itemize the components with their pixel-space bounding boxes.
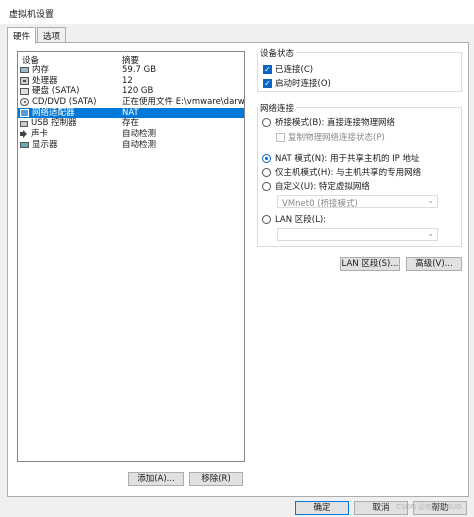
device-summary: NAT	[122, 107, 139, 118]
device-name: USB 控制器	[31, 118, 77, 129]
cd-dvd-icon	[20, 98, 29, 107]
chevron-down-icon: ⌄	[427, 229, 434, 238]
custom-network-select-value: VMnet0 (桥接模式)	[282, 199, 358, 209]
device-list-header: 设备 摘要	[18, 52, 244, 66]
add-device-button[interactable]: 添加(A)...	[128, 472, 184, 486]
device-row-processor[interactable]: 处理器 12	[18, 76, 244, 87]
device-name: 硬盘 (SATA)	[32, 86, 80, 97]
device-name: 网络适配器	[32, 107, 75, 118]
display-icon	[20, 142, 29, 149]
replicate-state-checkbox[interactable]: 复制物理网络连接状态(P)	[276, 131, 385, 143]
network-adapter-icon	[20, 109, 29, 118]
device-row-memory[interactable]: 内存 59.7 GB	[18, 65, 244, 76]
window-title: 虚拟机设置	[9, 10, 55, 20]
replicate-state-label: 复制物理网络连接状态(P)	[288, 133, 385, 143]
radio-icon	[262, 167, 271, 177]
custom-network-label: 自定义(U): 特定虚拟网络	[275, 182, 370, 192]
advanced-button[interactable]: 高级(V)...	[406, 257, 462, 271]
device-summary: 12	[122, 75, 133, 86]
lan-segment-radio[interactable]: LAN 区段(L):	[262, 213, 326, 225]
device-name: 处理器	[32, 75, 58, 86]
checkmark-icon: ✓	[263, 64, 272, 74]
tab-strip: 硬件 选项	[7, 27, 67, 44]
device-summary: 存在	[122, 118, 140, 129]
device-list[interactable]: 设备 摘要 内存 59.7 GB 处理器 12 硬盘 (SATA) 120 GB…	[17, 51, 245, 462]
checkbox-icon	[276, 132, 285, 142]
chevron-down-icon: ⌄	[427, 196, 434, 205]
radio-icon	[262, 214, 271, 224]
hard-disk-icon	[20, 88, 29, 96]
device-row-hard-disk[interactable]: 硬盘 (SATA) 120 GB	[18, 86, 244, 97]
connected-checkbox[interactable]: ✓ 已连接(C)	[263, 63, 313, 75]
lan-segments-button[interactable]: LAN 区段(S)...	[340, 257, 400, 271]
tab-options[interactable]: 选项	[37, 27, 67, 43]
cpu-icon	[20, 77, 29, 86]
device-row-network-adapter[interactable]: 网络适配器 NAT	[18, 107, 244, 119]
bridged-mode-label: 桥接模式(B): 直接连接物理网络	[275, 118, 396, 128]
checkmark-icon: ✓	[263, 78, 272, 88]
device-row-cd-dvd[interactable]: CD/DVD (SATA) 正在使用文件 E:\vmware\darwi...	[18, 97, 244, 108]
device-name: 显示器	[32, 139, 58, 150]
device-summary: 自动检测	[122, 129, 157, 140]
device-summary: 120 GB	[122, 86, 154, 97]
custom-network-select[interactable]: VMnet0 (桥接模式) ⌄	[277, 195, 438, 209]
device-row-sound-card[interactable]: 声卡 自动检测	[18, 129, 244, 140]
usb-icon	[20, 120, 28, 127]
nat-mode-radio[interactable]: NAT 模式(N): 用于共享主机的 IP 地址	[262, 152, 420, 164]
sound-icon	[20, 130, 28, 139]
device-row-display[interactable]: 显示器 自动检测	[18, 140, 244, 151]
memory-icon	[20, 67, 29, 74]
network-connection-title: 网络连接	[258, 102, 297, 114]
device-name: 内存	[32, 65, 50, 75]
radio-icon	[262, 181, 271, 191]
device-summary: 59.7 GB	[122, 65, 157, 75]
connect-at-power-on-label: 启动时连接(O)	[275, 79, 331, 89]
device-summary: 正在使用文件 E:\vmware\darwi...	[122, 97, 244, 108]
device-row-usb-controller[interactable]: USB 控制器 存在	[18, 118, 244, 129]
ok-button[interactable]: 确定	[295, 501, 349, 515]
device-name: CD/DVD (SATA)	[32, 97, 97, 108]
host-only-mode-radio[interactable]: 仅主机模式(H): 与主机共享的专用网络	[262, 166, 421, 178]
watermark: CSDN @攻城狮BUG	[396, 503, 462, 511]
device-name: 声卡	[31, 129, 49, 140]
custom-network-radio[interactable]: 自定义(U): 特定虚拟网络	[262, 180, 370, 192]
device-summary: 自动检测	[122, 139, 157, 150]
remove-device-button[interactable]: 移除(R)	[189, 472, 243, 486]
tab-hardware[interactable]: 硬件	[7, 27, 37, 44]
nat-mode-label: NAT 模式(N): 用于共享主机的 IP 地址	[275, 154, 420, 164]
title-bar: 虚拟机设置	[0, 0, 474, 24]
lan-segment-select[interactable]: ⌄	[277, 228, 438, 241]
device-status-title: 设备状态	[258, 47, 297, 59]
lan-segment-label: LAN 区段(L):	[275, 215, 327, 225]
connect-at-power-on-checkbox[interactable]: ✓ 启动时连接(O)	[263, 77, 331, 89]
radio-icon	[262, 117, 271, 127]
bridged-mode-radio[interactable]: 桥接模式(B): 直接连接物理网络	[262, 116, 395, 128]
host-only-mode-label: 仅主机模式(H): 与主机共享的专用网络	[275, 168, 422, 178]
connected-label: 已连接(C)	[275, 65, 314, 75]
radio-selected-icon	[262, 153, 271, 163]
